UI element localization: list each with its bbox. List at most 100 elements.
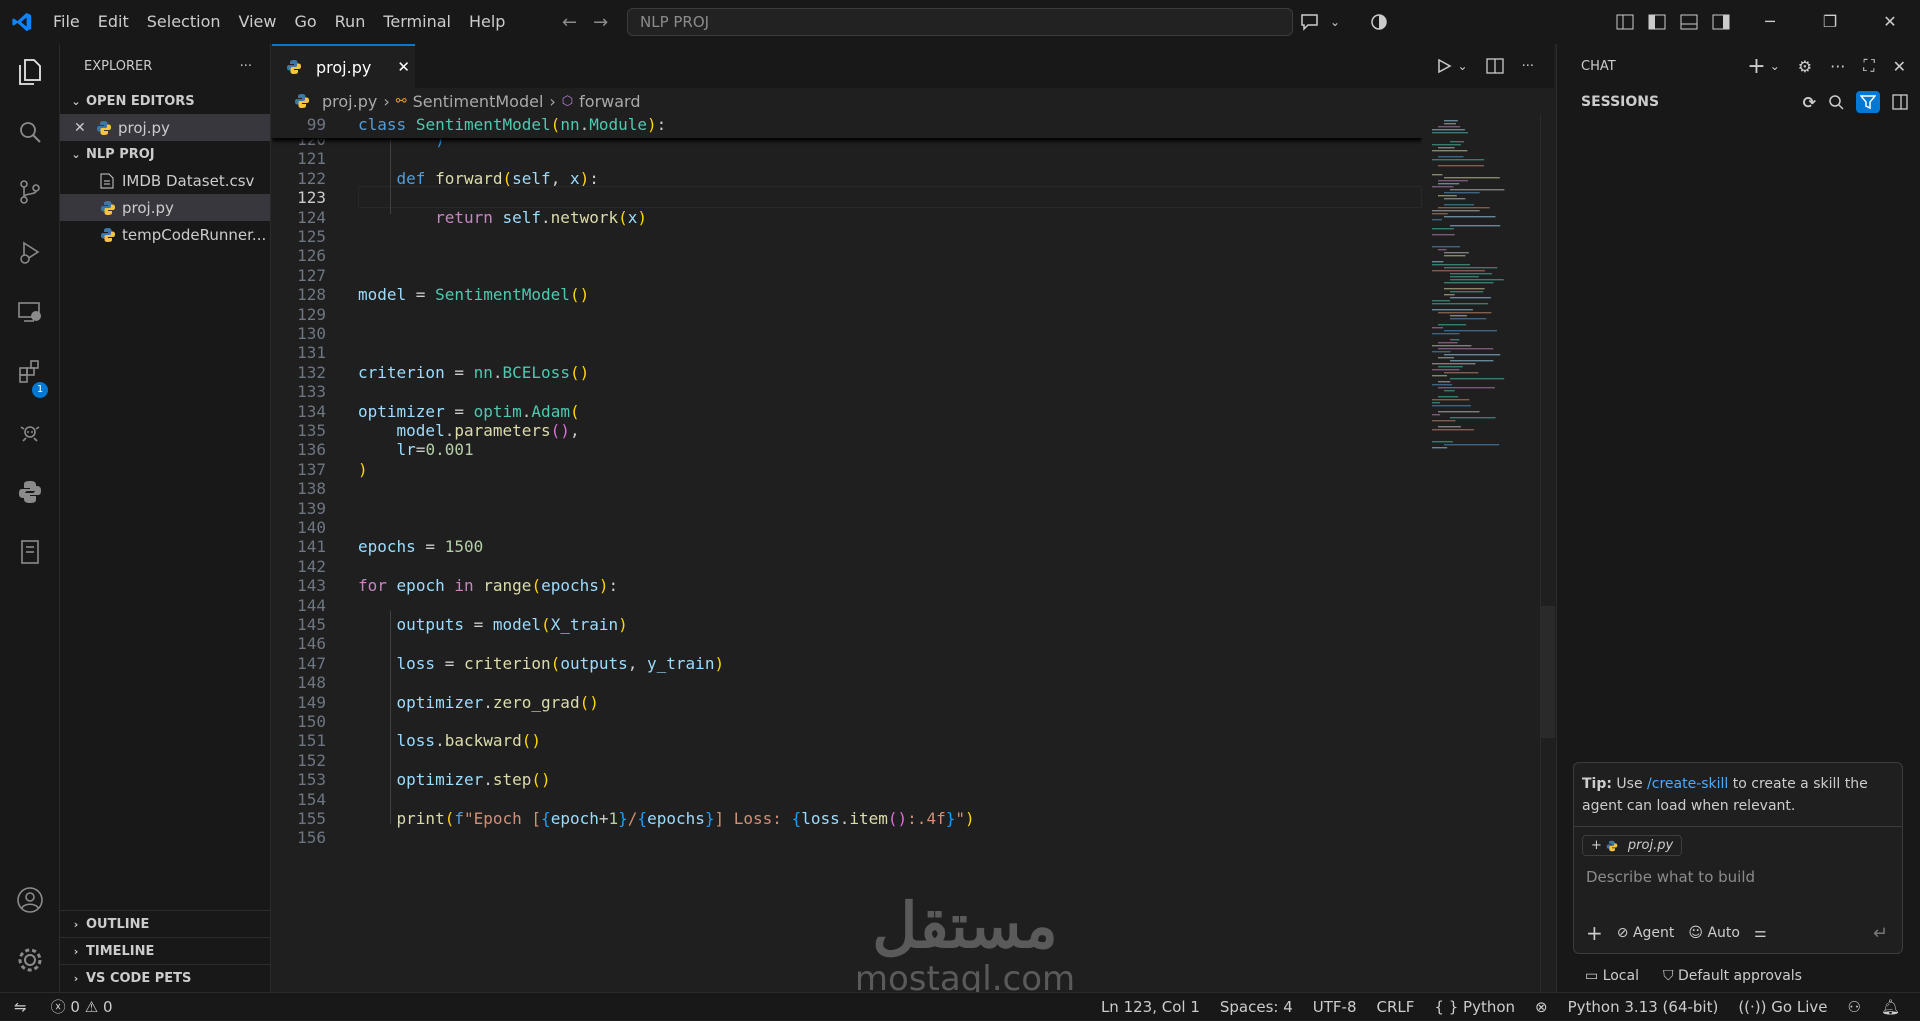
code-line[interactable]: model.parameters(), [358,421,580,440]
chat-sparkle-icon[interactable] [1300,13,1320,31]
account-icon[interactable] [0,876,60,924]
code-line[interactable]: loss.backward() [358,731,542,750]
problems-indicator[interactable]: ⓧ 0 ⚠ 0 [41,996,123,1017]
code-editor[interactable]: 120 ) 121 122 def forward(self, x): 123 124 … [272,114,1422,992]
back-arrow-icon[interactable]: ← [562,12,577,33]
python-interpreter[interactable]: Python 3.13 (64-bit) [1558,998,1729,1016]
code-line[interactable]: outputs = model(X_train) [358,615,628,634]
restore-icon[interactable]: ❐ [1800,0,1860,44]
extensions-icon[interactable]: 1 [0,348,60,398]
menu-terminal[interactable]: Terminal [374,0,460,44]
menu-help[interactable]: Help [460,0,514,44]
menu-selection[interactable]: Selection [138,0,230,44]
model-picker[interactable]: ☺ Auto [1688,925,1740,941]
scrollbar-thumb[interactable] [1541,606,1555,738]
split-editor-icon[interactable] [1485,58,1504,74]
go-live-button[interactable]: ((·)) Go Live [1728,998,1837,1016]
chevron-down-icon[interactable]: ⌄ [1770,59,1780,73]
accounts-pie-icon[interactable] [1370,13,1388,31]
code-line[interactable]: optimizer = optim.Adam( [358,402,580,421]
new-chat-icon[interactable]: + [1747,54,1765,79]
breadcrumb-file[interactable]: proj.py [322,92,377,111]
code-line[interactable]: print(f"Epoch [{epoch+1}/{epochs}] Loss:… [358,809,975,828]
more-actions-icon[interactable]: ··· [1830,57,1845,76]
toggle-primary-sidebar-icon[interactable] [1648,14,1666,30]
run-debug-icon[interactable] [0,228,60,276]
python-icon[interactable] [0,468,60,516]
encoding[interactable]: UTF-8 [1303,998,1367,1016]
chevron-down-icon[interactable]: ⌄ [1330,15,1340,29]
sticky-scroll-header[interactable]: 99 class SentimentModel(nn.Module): [272,114,1422,138]
minimize-icon[interactable]: ─ [1740,0,1800,44]
file-item[interactable]: proj.py [60,194,270,221]
cursor-position[interactable]: Ln 123, Col 1 [1091,998,1210,1016]
file-item[interactable]: IMDB Dataset.csv [60,167,270,194]
menu-go[interactable]: Go [285,0,325,44]
search-icon[interactable] [0,108,60,156]
minimap[interactable] [1422,114,1542,992]
remote-indicator-icon[interactable]: ⇋ [0,998,41,1016]
end-of-line[interactable]: CRLF [1367,998,1425,1016]
menu-run[interactable]: Run [326,0,375,44]
open-editor-item[interactable]: ✕ proj.py [60,114,270,141]
code-line[interactable]: optimizer.step() [358,770,551,789]
file-item[interactable]: tempCodeRunner... [60,221,270,248]
refresh-icon[interactable]: ⟳ [1803,93,1816,112]
code-line[interactable]: criterion = nn.BCELoss() [358,363,589,382]
code-line[interactable]: optimizer.zero_grad() [358,693,599,712]
add-attachment-icon[interactable]: + [1586,921,1603,945]
code-line[interactable]: loss = criterion(outputs, y_train) [358,654,725,673]
command-center-search[interactable]: NLP PROJ [627,8,1293,36]
source-control-icon[interactable] [0,168,60,216]
code-line[interactable]: lr=0.001 [358,440,474,459]
notifications-bell-icon[interactable]: 🔔︎ [1871,998,1910,1016]
menu-file[interactable]: File [44,0,89,44]
chat-settings-gear-icon[interactable]: ⚙ [1798,57,1812,76]
menu-edit[interactable]: Edit [89,0,138,44]
maximize-icon[interactable]: ⛶ [1863,56,1874,76]
approvals-button[interactable]: ⛉ Default approvals [1663,968,1802,984]
language-mode[interactable]: { } Python [1424,998,1525,1016]
search-sessions-icon[interactable] [1828,94,1844,110]
chat-input[interactable]: Describe what to build [1574,864,1902,890]
timeline-section[interactable]: › TIMELINE [60,938,271,964]
context-file-chip[interactable]: + proj.py [1582,835,1683,856]
code-line[interactable]: model = SentimentModel() [358,285,589,304]
local-session-button[interactable]: ▭ Local [1585,968,1639,984]
outline-section[interactable]: › OUTLINE [60,911,271,937]
tab-proj-py[interactable]: proj.py ✕ [272,44,415,88]
indentation[interactable]: Spaces: 4 [1210,998,1303,1016]
chevron-down-icon[interactable]: ⌄ [1458,59,1468,73]
breadcrumb-class[interactable]: SentimentModel [413,92,544,111]
toggle-panel-icon[interactable] [1680,14,1698,30]
files-icon[interactable] [0,48,60,96]
send-icon[interactable]: ↵ [1873,923,1888,944]
more-actions-icon[interactable]: ··· [1522,59,1534,74]
remote-explorer-icon[interactable] [0,288,60,336]
run-file-icon[interactable] [1436,58,1452,74]
breadcrumb-method[interactable]: forward [579,92,640,111]
close-tab-icon[interactable]: ✕ [397,58,410,76]
filter-icon[interactable] [1856,91,1880,113]
editor-scrollbar[interactable] [1540,114,1555,992]
copilot-status-icon[interactable]: ⊗ [1525,998,1558,1016]
menu-view[interactable]: View [230,0,286,44]
project-section[interactable]: ⌄ NLP PROJ [60,141,270,167]
tools-sliders-icon[interactable]: ⚌ [1754,925,1767,941]
toggle-sidebar-icon[interactable] [1892,94,1908,110]
open-editors-section[interactable]: ⌄ OPEN EDITORS [60,88,270,114]
code-line[interactable]: epochs = 1500 [358,537,483,556]
code-line[interactable]: for epoch in range(epochs): [358,576,618,595]
notebook-icon[interactable] [0,528,60,576]
toggle-secondary-sidebar-icon[interactable] [1712,14,1730,30]
customize-layout-icon[interactable] [1616,14,1634,30]
copilot-icon[interactable] [0,408,60,456]
forward-arrow-icon[interactable]: → [593,12,608,33]
close-chat-icon[interactable]: ✕ [1893,57,1906,76]
code-line[interactable]: ) [358,460,368,479]
create-skill-link[interactable]: /create-skill [1647,776,1728,792]
close-window-icon[interactable]: ✕ [1860,0,1920,44]
more-actions-icon[interactable]: ··· [240,59,252,74]
vscode-pets-section[interactable]: › VS CODE PETS [60,965,271,991]
settings-gear-icon[interactable] [0,936,60,984]
